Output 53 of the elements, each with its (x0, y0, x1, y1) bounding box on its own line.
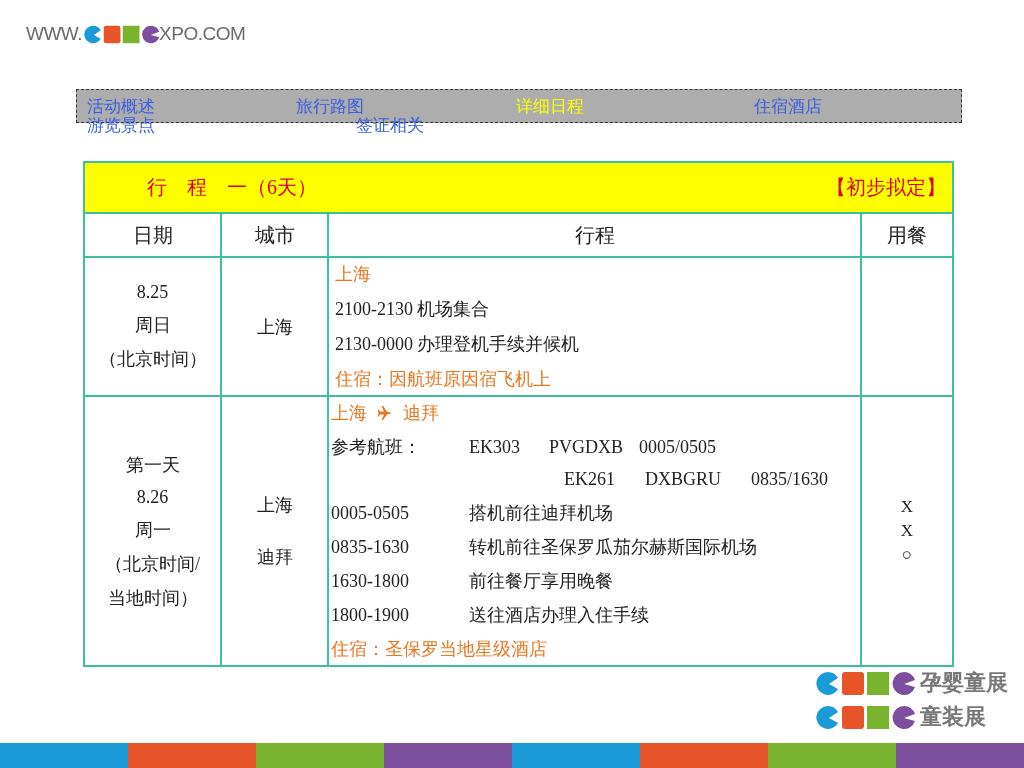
lodging-text: 上海 (335, 263, 372, 286)
table-title: 行 程 一（6天） (147, 175, 317, 200)
date-text: 第一天 (125, 453, 180, 477)
logo-icon (816, 704, 916, 730)
date-text: （北京时间/ (105, 552, 200, 576)
column-header: 城市 (221, 213, 328, 257)
logo-text: WWW. (26, 23, 83, 45)
date-text: 周一 (134, 518, 171, 542)
activity-text: 转机前往圣保罗瓜茄尔赫斯国际机场 (469, 536, 758, 559)
flight-info: 0835/1630 (751, 468, 828, 491)
schedule-text: 2130-0000 办理登机手续并候机 (335, 333, 581, 356)
nav-link[interactable]: 详细日程 (516, 97, 584, 116)
date-text: （北京时间） (98, 348, 207, 371)
logo-icon (816, 670, 916, 696)
brand-text: 童装展 (920, 703, 986, 731)
nav-link[interactable]: 旅行路图 (296, 97, 364, 116)
time-range: 1630-1800 (331, 570, 410, 593)
brand-text: 孕婴童展 (920, 669, 1008, 697)
nav-link[interactable]: 住宿酒店 (754, 97, 822, 116)
date-text: 周日 (134, 314, 171, 337)
flight-info: 0005/0505 (639, 436, 717, 459)
logo-text: XPO.COM (159, 23, 246, 45)
lodging-text: 住宿：圣保罗当地星级酒店 (331, 638, 548, 661)
origin-city: 上海 (331, 402, 367, 425)
activity-text: 送往酒店办理入住手续 (469, 604, 650, 627)
column-header: 日期 (84, 213, 221, 257)
city-text: 迪拜 (256, 546, 293, 569)
airplane-icon (377, 405, 393, 421)
nav-link[interactable]: 活动概述 (87, 97, 155, 116)
flight-label: 参考航班： (331, 436, 422, 459)
flight-info: DXBGRU (644, 468, 721, 491)
column-header: 用餐 (861, 213, 953, 257)
activity-text: 搭机前往迪拜机场 (469, 502, 614, 525)
meal-mark: X (900, 496, 914, 518)
city-text: 上海 (256, 315, 293, 339)
time-range: 1800-1900 (331, 604, 410, 627)
schedule-text: 2100-2130 机场集合 (335, 298, 491, 321)
status-label: 【初步拟定】 (826, 175, 946, 200)
flight-info: EK303 (469, 436, 521, 459)
time-range: 0835-1630 (331, 536, 410, 559)
activity-text: 前往餐厅享用晚餐 (469, 570, 614, 593)
date-text: 8.25 (136, 282, 169, 303)
meal-mark: X (900, 520, 914, 542)
flight-info: PVGDXB (549, 436, 624, 459)
flight-info: EK261 (563, 468, 615, 491)
city-text: 上海 (256, 494, 293, 517)
date-text: 当地时间） (107, 586, 198, 610)
lodging-text: 住宿：因航班原因宿飞机上 (335, 368, 552, 391)
column-header: 行程 (328, 213, 861, 257)
date-text: 8.26 (136, 486, 169, 508)
meal-mark: ○ (901, 544, 913, 566)
time-range: 0005-0505 (331, 502, 410, 525)
destination-city: 迪拜 (403, 402, 439, 425)
